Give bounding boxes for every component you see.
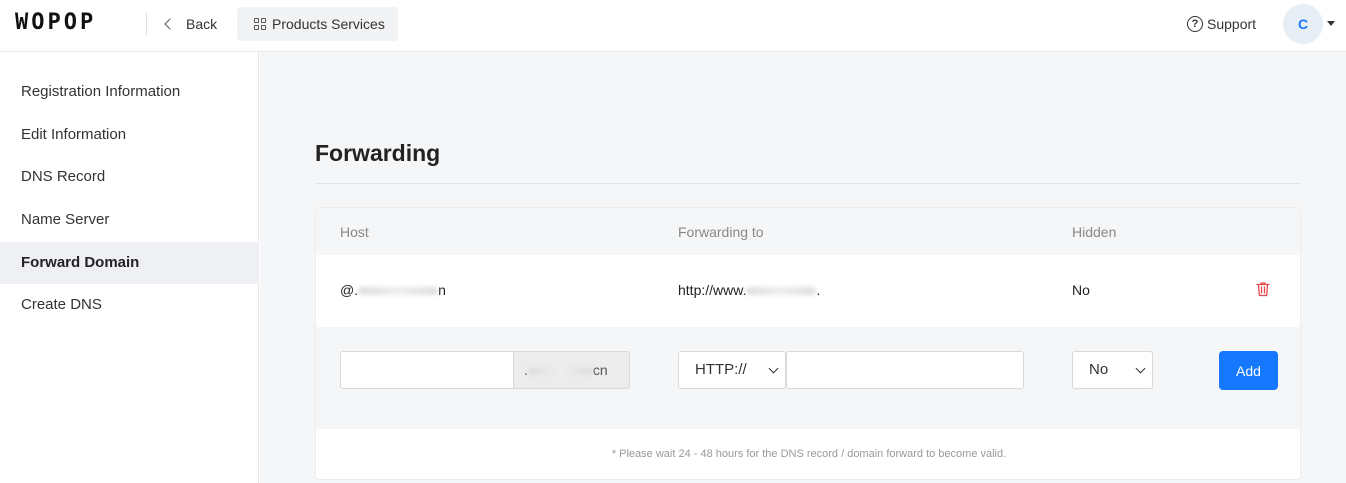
protocol-value: HTTP:// — [695, 361, 747, 378]
forwarding-card: Host Forwarding to Hidden @. n http://www… — [315, 207, 1301, 480]
forward-prefix: http://www. — [678, 282, 747, 298]
redacted-text — [746, 287, 817, 296]
column-header-host: Host — [340, 224, 369, 240]
sidebar-item-name-server[interactable]: Name Server — [0, 199, 259, 241]
caret-down-icon[interactable] — [1327, 21, 1335, 26]
add-button[interactable]: Add — [1219, 351, 1278, 390]
support-label: Support — [1207, 16, 1257, 32]
hidden-value: No — [1089, 361, 1109, 378]
products-services-button[interactable]: Products Services — [237, 7, 398, 41]
grid-icon — [254, 18, 266, 30]
forward-url-input[interactable] — [786, 351, 1024, 389]
back-label: Back — [186, 16, 218, 32]
redacted-text — [358, 287, 439, 296]
avatar[interactable]: C — [1283, 4, 1323, 44]
sidebar-item-registration-information[interactable]: Registration Information — [0, 71, 259, 113]
table-row: @. n http://www.. No — [316, 255, 1300, 327]
logo[interactable]: WOPOP — [15, 12, 96, 34]
table-header: Host Forwarding to Hidden — [316, 208, 1300, 255]
support-link[interactable]: ? Support — [1187, 14, 1256, 34]
sidebar-item-edit-information[interactable]: Edit Information — [0, 114, 259, 156]
host-domain-suffix: . cn — [513, 351, 630, 389]
products-services-label: Products Services — [272, 16, 385, 32]
validity-note: * Please wait 24 - 48 hours for the DNS … — [611, 448, 1007, 460]
protocol-select[interactable]: HTTP:// — [678, 351, 786, 389]
column-header-hidden: Hidden — [1072, 224, 1117, 240]
add-forward-form: . cn HTTP:// No Add — [316, 327, 1300, 429]
trash-icon[interactable] — [1256, 281, 1270, 297]
host-cell: @. n — [340, 282, 446, 298]
top-bar: WOPOP Back Products Services ? Support C — [0, 0, 1346, 52]
hidden-select[interactable]: No — [1072, 351, 1153, 389]
hidden-cell: No — [1072, 282, 1090, 298]
divider — [315, 183, 1301, 184]
sidebar-item-dns-record[interactable]: DNS Record — [0, 156, 259, 198]
column-header-forwarding-to: Forwarding to — [678, 224, 764, 240]
forward-suffix: . — [816, 282, 821, 298]
suffix-end: cn — [592, 362, 608, 378]
sidebar: Registration Information Edit Informatio… — [0, 52, 259, 483]
sidebar-item-forward-domain[interactable]: Forward Domain — [0, 242, 259, 284]
host-suffix: n — [438, 282, 446, 298]
host-prefix: @. — [340, 282, 359, 298]
host-input[interactable] — [340, 351, 514, 389]
help-icon: ? — [1187, 16, 1203, 32]
chevron-down-icon — [1135, 363, 1146, 374]
divider — [146, 13, 147, 35]
chevron-left-icon — [164, 18, 176, 30]
back-button[interactable]: Back — [162, 14, 217, 34]
forwarding-cell: http://www.. — [678, 282, 820, 298]
chevron-down-icon — [768, 363, 779, 374]
page-title: Forwarding — [315, 140, 441, 166]
redacted-text — [527, 367, 593, 376]
sidebar-item-create-dns[interactable]: Create DNS — [0, 284, 259, 326]
main-content: Forwarding Host Forwarding to Hidden @. n… — [260, 52, 1346, 483]
